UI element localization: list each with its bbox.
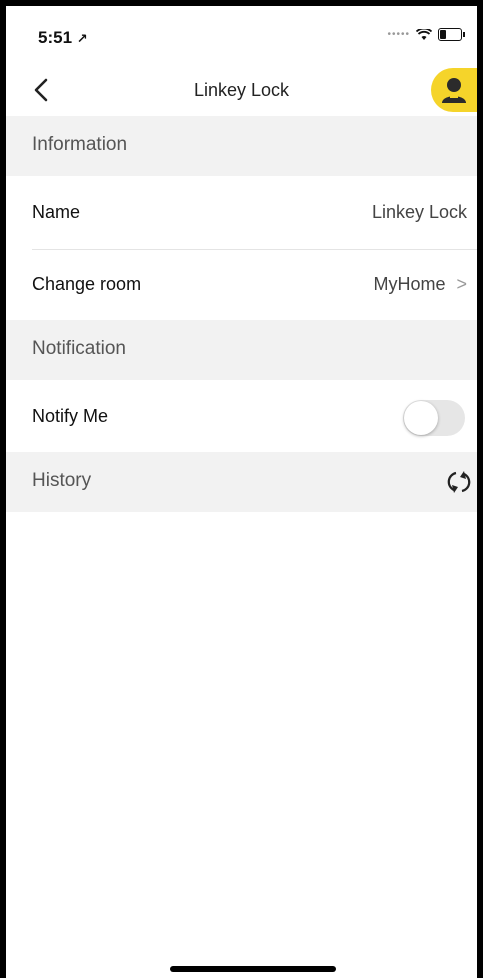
profile-button[interactable] — [431, 68, 477, 112]
notification-header: Notification — [6, 320, 477, 380]
location-icon: ↗ — [76, 31, 88, 46]
home-indicator — [170, 966, 336, 972]
name-label: Name — [32, 202, 81, 222]
battery-cap — [463, 32, 465, 37]
change-room-value: MyHome — [373, 274, 446, 294]
change-room-label: Change room — [32, 274, 142, 294]
notify-me-toggle[interactable] — [403, 400, 465, 436]
status-time-text: 5:51 — [38, 28, 73, 47]
name-value: Linkey Lock — [371, 202, 467, 222]
wifi-icon — [416, 28, 432, 40]
history-header: History — [6, 452, 477, 512]
nav-bar: Linkey Lock — [6, 62, 477, 118]
change-room-row[interactable]: Change room MyHome > — [6, 250, 477, 320]
battery-icon — [438, 28, 462, 41]
chevron-right-icon: > — [456, 274, 467, 294]
change-room-value-wrap: MyHome > — [373, 274, 467, 295]
information-header: Information — [6, 116, 477, 176]
status-indicators: ••••• — [387, 28, 465, 41]
name-row[interactable]: Name Linkey Lock — [6, 178, 477, 248]
person-icon — [442, 78, 466, 103]
signal-icon: ••••• — [387, 29, 410, 40]
notify-me-label: Notify Me — [32, 406, 109, 426]
refresh-icon[interactable] — [443, 468, 475, 496]
toggle-knob — [404, 401, 438, 435]
notify-me-row: Notify Me — [6, 382, 477, 452]
notification-header-label: Notification — [32, 338, 126, 359]
history-header-label: History — [32, 470, 92, 491]
status-bar: 5:51 ↗ ••••• — [6, 6, 477, 62]
information-header-label: Information — [32, 134, 128, 155]
status-time: 5:51 ↗ — [38, 28, 88, 48]
page-title: Linkey Lock — [193, 80, 290, 100]
